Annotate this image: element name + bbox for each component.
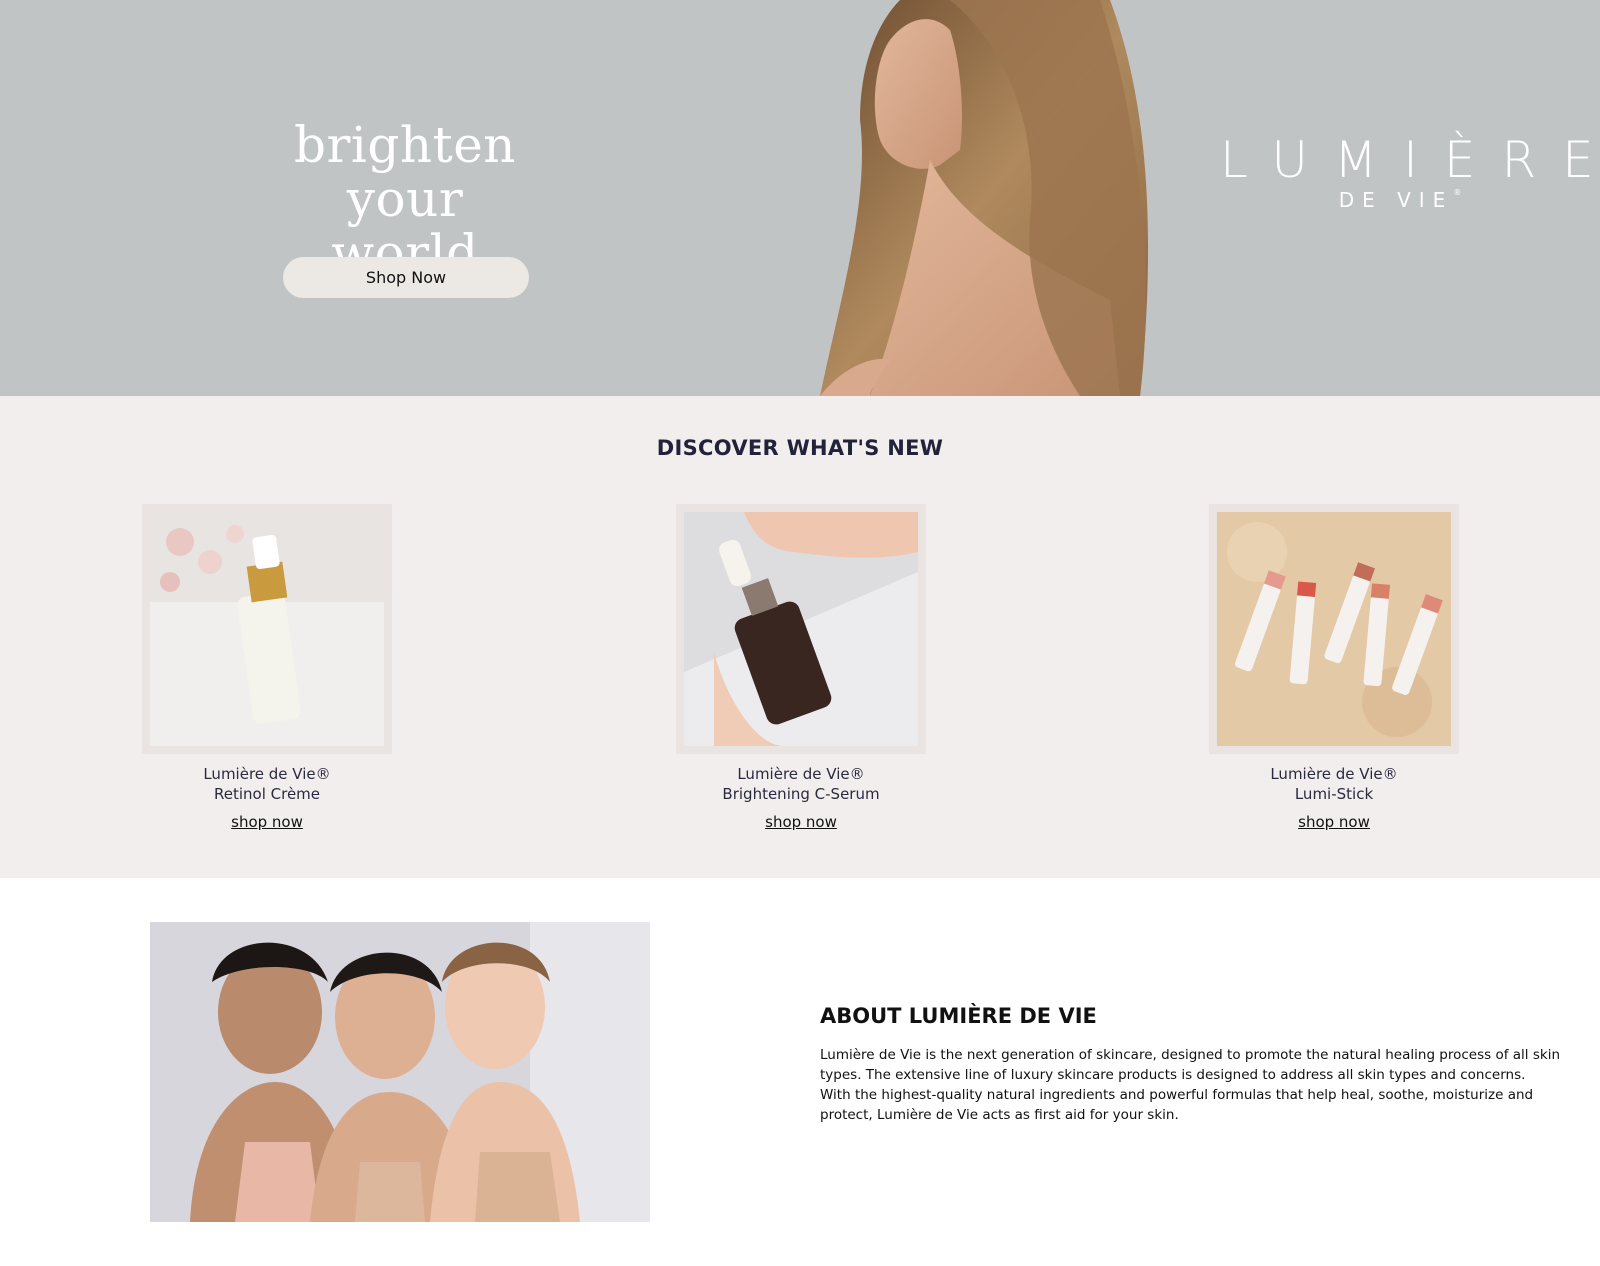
product-title: Brightening C-Serum: [722, 785, 880, 803]
hero-banner: brighten your world Shop Now LUMIÈRE DE …: [0, 0, 1600, 396]
shop-now-link-retinol[interactable]: shop now: [231, 813, 303, 831]
shop-now-link-lumistick[interactable]: shop now: [1298, 813, 1370, 831]
shop-now-button[interactable]: Shop Now: [283, 257, 529, 298]
section-title: DISCOVER WHAT'S NEW: [656, 436, 944, 460]
brand-logo-sub-text: DE VIE: [1338, 188, 1454, 212]
about-models-photo: [150, 922, 650, 1222]
product-name: Lumière de Vie® Brightening C-Serum: [676, 764, 926, 804]
hero-model-photo: [820, 0, 1149, 396]
product-image-serum[interactable]: [684, 512, 918, 746]
brand-logo: LUMIÈRE DE VIE®: [1220, 130, 1600, 240]
hero-headline-line1: brighten: [294, 116, 516, 174]
product-card-serum: Lumière de Vie® Brightening C-Serum shop…: [676, 504, 926, 832]
product-name: Lumière de Vie® Lumi-Stick: [1209, 764, 1459, 804]
hero-headline: brighten your world: [270, 118, 540, 280]
product-image-frame[interactable]: [1209, 504, 1459, 754]
shop-now-link-serum[interactable]: shop now: [765, 813, 837, 831]
product-brand: Lumière de Vie®: [737, 765, 865, 783]
product-name: Lumière de Vie® Retinol Crème: [142, 764, 392, 804]
about-title: ABOUT LUMIÈRE DE VIE: [820, 1004, 1097, 1028]
product-image-lumistick[interactable]: [1217, 512, 1451, 746]
brand-logo-subline: DE VIE®: [1250, 188, 1550, 212]
brand-logo-wordmark: LUMIÈRE: [1220, 131, 1600, 189]
product-brand: Lumière de Vie®: [1270, 765, 1398, 783]
product-image-frame[interactable]: [142, 504, 392, 754]
product-card-retinol: Lumière de Vie® Retinol Crème shop now: [142, 504, 392, 832]
product-card-lumistick: Lumière de Vie® Lumi-Stick shop now: [1209, 504, 1459, 832]
product-title: Retinol Crème: [213, 785, 321, 803]
about-description: Lumière de Vie is the next generation of…: [820, 1047, 1560, 1123]
new-products-section: DISCOVER WHAT'S NEW Lumière de Vie® Reti…: [0, 396, 1600, 878]
product-brand: Lumière de Vie®: [203, 765, 331, 783]
product-title: Lumi-Stick: [1294, 785, 1374, 803]
product-image-frame[interactable]: [676, 504, 926, 754]
product-image-retinol[interactable]: [150, 512, 384, 746]
